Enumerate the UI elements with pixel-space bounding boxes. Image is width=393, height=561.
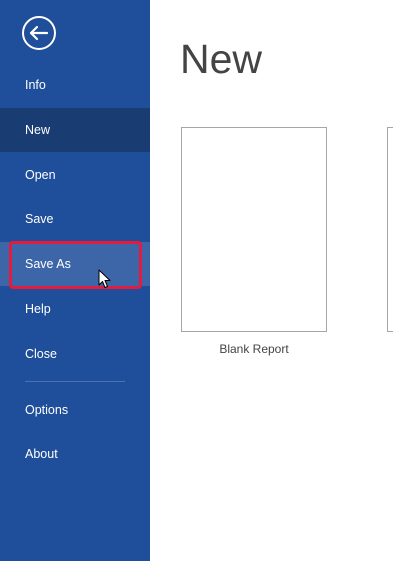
sidebar-item-open[interactable]: Open: [0, 153, 150, 197]
sidebar-item-label: Save As: [25, 257, 71, 271]
template-label: Blank Report: [219, 342, 289, 356]
sidebar-item-label: Help: [25, 302, 51, 316]
sidebar-item-save[interactable]: Save: [0, 197, 150, 241]
main-panel: New Blank Report: [150, 0, 393, 561]
sidebar-item-about[interactable]: About: [0, 432, 150, 476]
sidebar-item-label: Close: [25, 347, 57, 361]
sidebar-item-label: Info: [25, 78, 46, 92]
sidebar-item-help[interactable]: Help: [0, 287, 150, 331]
template-blank-report[interactable]: [181, 127, 327, 332]
sidebar-item-label: Save: [25, 212, 54, 226]
template-thumbnail-partial[interactable]: [387, 127, 393, 332]
sidebar-divider: [25, 381, 125, 382]
sidebar-item-label: Open: [25, 168, 56, 182]
sidebar-item-label: New: [25, 123, 51, 137]
sidebar-item-label: Options: [25, 403, 69, 417]
app-window: Info New Open Save Save As Help Close Op…: [0, 0, 393, 561]
back-arrow-icon[interactable]: [20, 14, 58, 52]
sidebar-item-label: About: [25, 447, 58, 461]
sidebar-item-new[interactable]: New: [0, 108, 150, 152]
sidebar-item-options[interactable]: Options: [0, 388, 150, 432]
sidebar-item-close[interactable]: Close: [0, 332, 150, 376]
sidebar-item-save-as[interactable]: Save As: [0, 242, 150, 286]
page-title: New: [180, 36, 263, 82]
backstage-sidebar: Info New Open Save Save As Help Close Op…: [0, 0, 150, 561]
sidebar-item-info[interactable]: Info: [0, 63, 150, 107]
